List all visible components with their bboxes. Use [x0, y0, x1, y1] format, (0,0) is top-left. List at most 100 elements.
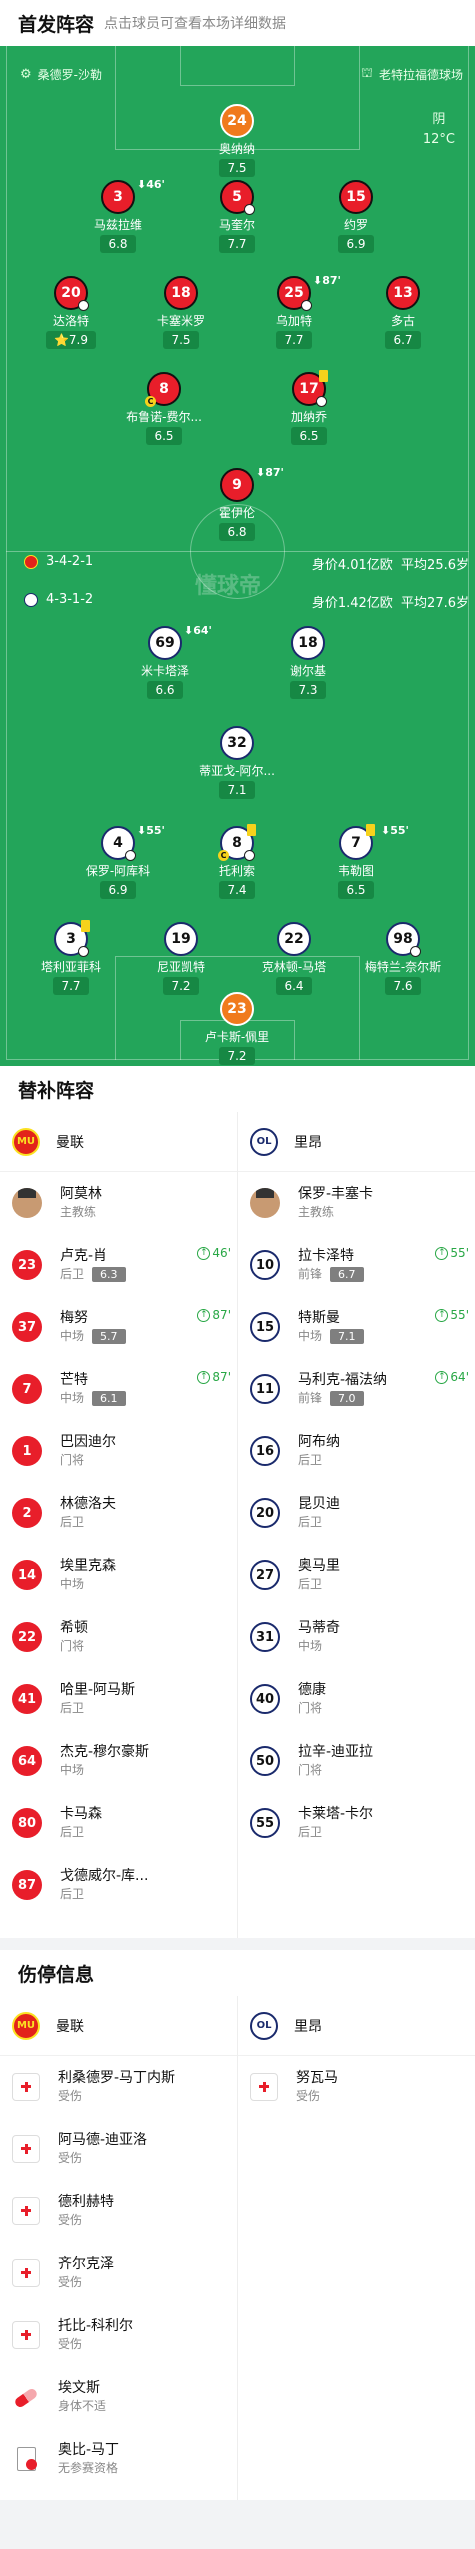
home-player-def-1[interactable]: 3 ⬇46' 马兹拉维 6.8	[58, 178, 178, 253]
medical-kit-icon	[12, 2073, 40, 2101]
sub-in-time: ↑ 64'	[435, 1370, 469, 1384]
sub-row[interactable]: 2 林德洛夫 后卫	[0, 1482, 237, 1544]
home-player-am-1[interactable]: 8C 布鲁诺-费尔... 6.5	[104, 372, 224, 445]
injury-row[interactable]: 德利赫特 受伤	[0, 2180, 237, 2242]
sub-row[interactable]: 41 哈里-阿马斯 后卫	[0, 1668, 237, 1730]
subs-away-team: OL 里昂	[238, 1112, 475, 1172]
away-player-mid-2[interactable]: 8C 托利索 7.4	[177, 824, 297, 899]
sub-row[interactable]: 22 希顿 门将	[0, 1606, 237, 1668]
home-player-gk[interactable]: 24 奥纳纳 7.5	[177, 104, 297, 177]
player-rating: 7.7	[219, 235, 255, 253]
injury-status: 受伤	[58, 2275, 83, 2289]
sub-name: 希顿	[60, 1620, 88, 1636]
home-player-mid-3[interactable]: 25 ⬇87' 乌加特 7.7	[234, 274, 354, 349]
subs-home-team: MU 曼联	[0, 1112, 237, 1172]
lyon-crest-icon: OL	[250, 1127, 278, 1156]
sub-row[interactable]: 37 梅努 中场 5.7 ↑ 87'	[0, 1296, 237, 1358]
sub-name: 奥马里	[298, 1558, 340, 1574]
sub-row[interactable]: 31 马蒂奇 中场	[238, 1606, 475, 1668]
sub-row[interactable]: 50 拉辛-迪亚拉 门将	[238, 1730, 475, 1792]
away-player-def-4[interactable]: 98 梅特兰-奈尔斯 7.6	[343, 922, 463, 995]
player-name: 卢卡斯-佩里	[204, 1030, 270, 1044]
sub-pos: 门将	[60, 1639, 85, 1653]
sub-pos: 后卫	[298, 1515, 323, 1529]
sub-row[interactable]: 23 卢克-肖 后卫 6.3 ↑ 46'	[0, 1234, 237, 1296]
captain-icon: C	[218, 850, 229, 861]
subs-section: 替补阵容 MU 曼联 阿莫林 主教练 23 卢克-肖 后卫 6.3 ↑ 46' 37 梅…	[0, 1066, 475, 1938]
injury-row[interactable]: 努瓦马 受伤	[238, 2056, 475, 2118]
away-player-def-3[interactable]: 22 克林顿-马塔 6.4	[234, 922, 354, 995]
away-value: 身价1.42亿欧	[311, 596, 393, 611]
away-player-fw-2[interactable]: 18 谢尔基 7.3	[248, 626, 368, 699]
player-number: 3	[113, 189, 123, 205]
coach-row[interactable]: 阿莫林 主教练	[0, 1172, 237, 1234]
player-rating: 7.1	[219, 781, 255, 799]
sub-row[interactable]: 55 卡莱塔-卡尔 后卫	[238, 1792, 475, 1854]
sub-row[interactable]: 87 戈德威尔-库... 后卫	[0, 1854, 237, 1916]
injury-row[interactable]: 埃文斯 身体不适	[0, 2366, 237, 2428]
venue-header: ⛫ 老特拉福德球场	[355, 66, 463, 83]
away-player-am[interactable]: 32 蒂亚戈-阿尔... 7.1	[177, 726, 297, 799]
sub-out-time: ⬇46'	[137, 178, 165, 191]
sub-row[interactable]: 80 卡马森 后卫	[0, 1792, 237, 1854]
away-player-gk[interactable]: 23 卢卡斯-佩里 7.2	[177, 992, 297, 1065]
sub-row[interactable]: 15 特斯曼 中场 7.1 ↑ 55'	[238, 1296, 475, 1358]
yellow-card-icon	[81, 920, 90, 932]
subs-away-column: OL 里昂 保罗-丰塞卡 主教练 10 拉卡泽特 前锋 6.7 ↑ 55' 15 特斯曼…	[238, 1112, 475, 1854]
sub-name: 戈德威尔-库...	[60, 1868, 149, 1884]
player-number: 19	[164, 922, 198, 956]
sub-row[interactable]: 10 拉卡泽特 前锋 6.7 ↑ 55'	[238, 1234, 475, 1296]
player-number: 20	[61, 285, 81, 301]
yellow-card-icon	[366, 824, 375, 836]
sub-row[interactable]: 7 芒特 中场 6.1 ↑ 87'	[0, 1358, 237, 1420]
injuries-home-column: MU 曼联 利桑德罗-马丁内斯 受伤 阿马德-迪亚洛 受伤 德利赫特 受伤 齐尔克泽受…	[0, 1996, 237, 2490]
home-player-mid-2[interactable]: 18 卡塞米罗 7.5	[121, 276, 241, 349]
injury-row[interactable]: 托比-科利尔 受伤	[0, 2304, 237, 2366]
away-player-fw-1[interactable]: 69 ⬇64' 米卡塔泽 6.6	[105, 624, 225, 699]
injury-row[interactable]: 奥比-马丁 无参赛资格	[0, 2428, 237, 2490]
injured-name: 齐尔克泽	[58, 2256, 114, 2272]
home-player-def-2[interactable]: 5 马奎尔 7.7	[177, 180, 297, 253]
man-utd-crest-icon: MU	[12, 1127, 40, 1156]
sub-row[interactable]: 14 埃里克森 中场	[0, 1544, 237, 1606]
player-name: 米卡塔泽	[140, 664, 189, 678]
away-player-def-1[interactable]: 3 塔利亚菲科 7.7	[11, 920, 131, 995]
player-name: 马奎尔	[218, 218, 255, 232]
home-player-mid-1[interactable]: 20 达洛特 ⭐7.9	[11, 276, 131, 349]
home-player-def-3[interactable]: 15 约罗 6.9	[296, 180, 416, 253]
coach-row[interactable]: 保罗-丰塞卡 主教练	[238, 1172, 475, 1234]
away-player-mid-3[interactable]: 7 ⬇55' 韦勒图 6.5	[296, 824, 416, 899]
player-number: 18	[291, 626, 325, 660]
home-player-mid-4[interactable]: 13 多古 6.7	[343, 276, 463, 349]
injury-row[interactable]: 齐尔克泽 受伤	[0, 2242, 237, 2304]
sub-pos: 前锋	[298, 1267, 323, 1281]
sub-row[interactable]: 40 德康 门将	[238, 1668, 475, 1730]
sub-pos: 中场	[298, 1329, 323, 1343]
sub-row[interactable]: 20 昆贝迪 后卫	[238, 1482, 475, 1544]
sub-rating: 7.0	[330, 1390, 364, 1406]
sub-name: 芒特	[60, 1372, 88, 1388]
sub-row[interactable]: 16 阿布纳 后卫	[238, 1420, 475, 1482]
injury-row[interactable]: 阿马德-迪亚洛 受伤	[0, 2118, 237, 2180]
sub-row[interactable]: 1 巴因迪尔 门将	[0, 1420, 237, 1482]
sub-name: 梅努	[60, 1310, 88, 1326]
injury-row[interactable]: 利桑德罗-马丁内斯 受伤	[0, 2056, 237, 2118]
goal-ball-icon	[78, 300, 89, 311]
sub-row[interactable]: 27 奥马里 后卫	[238, 1544, 475, 1606]
away-player-def-2[interactable]: 19 尼亚凯特 7.2	[121, 922, 241, 995]
home-player-am-2[interactable]: 17 加纳乔 6.5	[249, 370, 369, 445]
sub-row[interactable]: 11 马利克-福法纳 前锋 7.0 ↑ 64'	[238, 1358, 475, 1420]
sub-row[interactable]: 64 杰克-穆尔豪斯 中场	[0, 1730, 237, 1792]
sub-rating: 5.7	[92, 1328, 126, 1344]
home-player-fw[interactable]: 9 ⬇87' 霍伊伦 6.8	[177, 466, 297, 541]
sub-out-time: ⬇64'	[184, 624, 212, 637]
injury-status: 无参赛资格	[58, 2461, 119, 2475]
sub-pos: 前锋	[298, 1391, 323, 1405]
pitch: ⚙ 桑德罗-沙勒 ⛫ 老特拉福德球场 阴 12°C 懂球帝 3-4-2-1 身价…	[0, 46, 475, 1066]
player-rating: 7.2	[219, 1047, 255, 1065]
player-name: 卡塞米罗	[156, 314, 205, 328]
away-player-mid-1[interactable]: 4 ⬇55' 保罗-阿库科 6.9	[58, 824, 178, 899]
sub-pos: 中场	[60, 1391, 85, 1405]
sub-pos: 中场	[60, 1763, 85, 1777]
shirt-icon: ⚙	[20, 67, 32, 82]
